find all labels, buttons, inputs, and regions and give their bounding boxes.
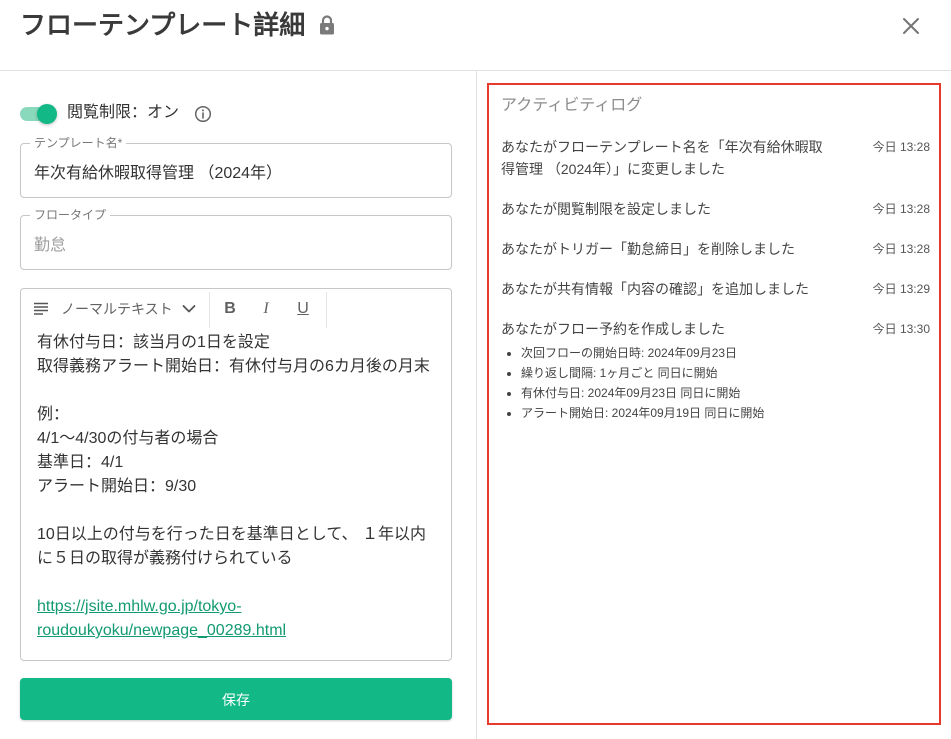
lock-icon	[319, 15, 335, 35]
log-text: あなたがフローテンプレート名を「年次有給休暇取得管理 （2024年）」に変更しま…	[501, 139, 823, 177]
activity-log-item: あなたが共有情報「内容の確認」を追加しました 今日 13:29	[501, 278, 930, 300]
editor-link-paragraph: https://jsite.mhlw.go.jp/tokyo-roudoukyo…	[37, 595, 435, 643]
editor-paragraph: 取得義務アラート開始日：有休付与月の6カ月後の月末	[37, 358, 430, 375]
editor-paragraph: 4/1〜4/30の付与者の場合	[37, 430, 219, 447]
view-restriction-toggle[interactable]	[20, 103, 60, 125]
template-name-input[interactable]	[21, 144, 451, 197]
flow-type-field: フロータイプ	[20, 207, 452, 270]
panel-divider	[476, 71, 477, 739]
italic-button[interactable]: I	[256, 298, 276, 320]
editor-paragraph: 有休付与日：該当月の1日を設定	[37, 334, 270, 351]
activity-log-item: あなたが閲覧制限を設定しました 今日 13:28	[501, 198, 930, 220]
bold-button[interactable]: B	[220, 298, 240, 320]
editor-paragraph: 例：	[37, 406, 70, 423]
reference-link[interactable]: https://jsite.mhlw.go.jp/tokyo-roudoukyo…	[37, 598, 286, 639]
editor-toolbar: ノーマルテキスト B I U	[21, 289, 451, 331]
toolbar-divider	[209, 292, 210, 328]
log-detail: 有休付与日: 2024年09月23日 同日に開始	[521, 383, 829, 403]
log-time: 今日 13:28	[872, 140, 930, 154]
notes-icon[interactable]	[33, 302, 49, 316]
activity-log-item: あなたがフローテンプレート名を「年次有給休暇取得管理 （2024年）」に変更しま…	[501, 136, 930, 180]
activity-log-item: あなたがトリガー「勤怠締日」を削除しました 今日 13:28	[501, 238, 930, 260]
page-title: フローテンプレート詳細	[20, 10, 306, 40]
log-time: 今日 13:28	[872, 242, 930, 256]
log-text: あなたがトリガー「勤怠締日」を削除しました	[501, 241, 795, 257]
activity-log-title: アクティビティログ	[501, 97, 643, 114]
editor-paragraph: 基準日：4/1	[37, 454, 124, 471]
chevron-down-icon[interactable]	[182, 303, 196, 315]
toolbar-divider	[326, 292, 327, 328]
activity-log-item: あなたがフロー予約を作成しました 次回フローの開始日時: 2024年09月23日…	[501, 318, 930, 423]
view-restriction-label: 閲覧制限：オン	[67, 104, 180, 121]
editor-paragraph	[37, 499, 435, 523]
log-body: あなたがフロー予約を作成しました 次回フローの開始日時: 2024年09月23日…	[501, 318, 829, 423]
editor-content[interactable]: 有休付与日：該当月の1日を設定 取得義務アラート開始日：有休付与月の6カ月後の月…	[37, 331, 435, 643]
template-name-field[interactable]: テンプレート名*	[20, 135, 452, 198]
close-icon[interactable]	[902, 17, 920, 35]
flow-type-input	[21, 216, 451, 269]
log-time: 今日 13:30	[872, 322, 930, 336]
activity-log-list: あなたがフローテンプレート名を「年次有給休暇取得管理 （2024年）」に変更しま…	[501, 136, 930, 441]
info-icon[interactable]	[194, 105, 212, 123]
save-button[interactable]: 保存	[20, 678, 452, 720]
editor-paragraph	[37, 571, 435, 595]
toggle-knob	[37, 104, 57, 124]
log-detail: 次回フローの開始日時: 2024年09月23日	[521, 343, 829, 363]
underline-button[interactable]: U	[293, 298, 313, 320]
dialog-header: フローテンプレート詳細	[20, 7, 335, 43]
log-time: 今日 13:29	[872, 282, 930, 296]
log-text: あなたが閲覧制限を設定しました	[501, 201, 711, 217]
editor-paragraph: 10日以上の付与を行った日を基準日として、 １年以内に５日の取得が義務付けられて…	[37, 526, 426, 567]
log-details-list: 次回フローの開始日時: 2024年09月23日 繰り返し間隔: 1ヶ月ごと 同日…	[501, 343, 829, 423]
log-detail: 繰り返し間隔: 1ヶ月ごと 同日に開始	[521, 363, 829, 383]
log-time: 今日 13:28	[872, 202, 930, 216]
editor-paragraph: アラート開始日：9/30	[37, 478, 197, 495]
log-detail: アラート開始日: 2024年09月19日 同日に開始	[521, 403, 829, 423]
log-text: あなたがフロー予約を作成しました	[501, 321, 725, 337]
activity-log-panel: アクティビティログ あなたがフローテンプレート名を「年次有給休暇取得管理 （20…	[487, 83, 941, 725]
log-text: あなたが共有情報「内容の確認」を追加しました	[501, 281, 809, 297]
block-style-dropdown[interactable]: ノーマルテキスト	[61, 299, 173, 319]
description-editor[interactable]: ノーマルテキスト B I U 有休付与日：該当月の1日を設定 取得義務アラート開…	[20, 288, 452, 661]
editor-paragraph	[37, 379, 435, 403]
